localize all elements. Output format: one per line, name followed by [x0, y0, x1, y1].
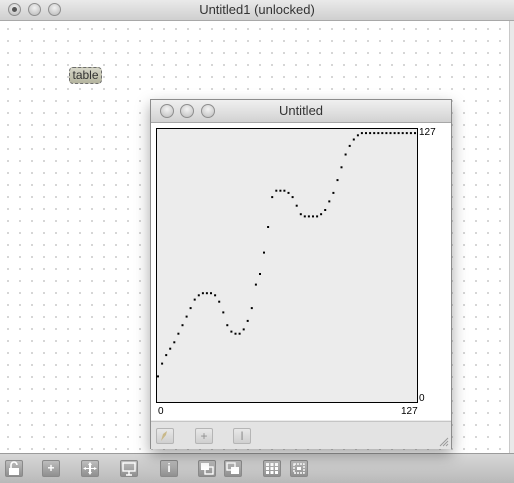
- table-point[interactable]: [193, 298, 196, 301]
- move-icon[interactable]: [81, 460, 99, 477]
- table-point[interactable]: [328, 200, 331, 203]
- patcher-toolbar: + i: [0, 453, 514, 483]
- table-point[interactable]: [299, 213, 302, 216]
- table-point[interactable]: [381, 132, 384, 135]
- table-point[interactable]: [161, 362, 164, 365]
- table-point[interactable]: [205, 292, 208, 295]
- table-point[interactable]: [177, 332, 180, 335]
- table-point[interactable]: [238, 332, 241, 335]
- y-min-label: 0: [419, 393, 425, 404]
- table-point[interactable]: [287, 191, 290, 194]
- table-point[interactable]: [344, 153, 347, 156]
- resize-grip-icon[interactable]: [439, 437, 449, 447]
- new-view-icon[interactable]: [198, 460, 216, 477]
- table-point[interactable]: [295, 204, 298, 207]
- layer-icon[interactable]: [224, 460, 242, 477]
- table-window-title: Untitled: [278, 103, 324, 118]
- table-point[interactable]: [246, 319, 249, 322]
- table-point[interactable]: [365, 132, 367, 135]
- table-point[interactable]: [393, 132, 396, 135]
- table-point[interactable]: [414, 132, 416, 135]
- table-point[interactable]: [157, 375, 159, 378]
- snap-icon[interactable]: [290, 460, 308, 477]
- table-point[interactable]: [201, 292, 204, 295]
- table-point[interactable]: [263, 251, 265, 254]
- table-point[interactable]: [324, 209, 327, 211]
- table-point[interactable]: [340, 166, 343, 169]
- table-point[interactable]: [169, 347, 172, 350]
- table-window: Untitled 127 0 0 127 + I: [150, 99, 452, 449]
- grid-icon[interactable]: [263, 460, 281, 477]
- table-point[interactable]: [385, 132, 388, 135]
- table-point[interactable]: [332, 191, 335, 194]
- patcher-title: Untitled1 (unlocked): [199, 2, 315, 17]
- table-point[interactable]: [373, 132, 376, 135]
- table-point[interactable]: [397, 132, 400, 135]
- table-point[interactable]: [197, 294, 200, 297]
- table-point[interactable]: [377, 132, 380, 135]
- lock-icon[interactable]: [5, 460, 23, 477]
- y-max-label: 127: [419, 127, 436, 138]
- table-point[interactable]: [234, 332, 237, 335]
- table-point[interactable]: [214, 294, 217, 297]
- table-point[interactable]: [320, 213, 323, 216]
- table-window-title-bar[interactable]: Untitled: [151, 100, 451, 123]
- table-point[interactable]: [230, 330, 233, 333]
- table-point[interactable]: [369, 132, 372, 135]
- table-point[interactable]: [401, 132, 404, 135]
- table-point[interactable]: [336, 179, 339, 182]
- table-point[interactable]: [185, 315, 188, 318]
- table-point[interactable]: [254, 283, 257, 286]
- table-point[interactable]: [312, 215, 314, 218]
- inspector-icon[interactable]: i: [160, 460, 178, 477]
- table-point[interactable]: [409, 132, 412, 135]
- table-point[interactable]: [356, 134, 359, 137]
- text-cursor-icon[interactable]: I: [233, 428, 251, 444]
- table-point[interactable]: [259, 273, 261, 275]
- table-point[interactable]: [189, 307, 192, 310]
- x-max-label: 127: [401, 406, 418, 417]
- table-point[interactable]: [226, 324, 229, 327]
- table-point[interactable]: [218, 300, 221, 303]
- table-point[interactable]: [405, 132, 408, 135]
- table-point[interactable]: [283, 189, 286, 192]
- add-object-icon[interactable]: +: [42, 460, 60, 477]
- table-object[interactable]: table: [69, 67, 102, 84]
- table-point[interactable]: [242, 328, 245, 331]
- table-point[interactable]: [389, 132, 392, 135]
- table-point[interactable]: [181, 324, 184, 327]
- presentation-icon[interactable]: [120, 460, 138, 477]
- patcher-title-bar[interactable]: Untitled1 (unlocked): [0, 0, 514, 21]
- table-window-footer: + I: [151, 421, 451, 449]
- table-point[interactable]: [348, 144, 351, 147]
- table-point[interactable]: [250, 307, 253, 310]
- table-plot[interactable]: [156, 128, 418, 403]
- x-min-label: 0: [158, 406, 164, 417]
- table-point[interactable]: [275, 189, 278, 192]
- table-point[interactable]: [360, 132, 363, 135]
- table-point[interactable]: [279, 189, 282, 192]
- table-point[interactable]: [291, 196, 294, 199]
- table-point[interactable]: [165, 354, 168, 357]
- table-point[interactable]: [303, 215, 306, 218]
- table-point[interactable]: [210, 292, 212, 295]
- table-point[interactable]: [222, 311, 225, 314]
- table-point[interactable]: [316, 215, 319, 218]
- table-editor: 127 0 0 127: [151, 123, 451, 420]
- plot-frame: [156, 128, 418, 403]
- table-point[interactable]: [307, 215, 310, 218]
- table-point[interactable]: [271, 196, 274, 199]
- table-point[interactable]: [267, 226, 270, 228]
- table-point[interactable]: [173, 341, 176, 344]
- plus-icon[interactable]: +: [195, 428, 213, 444]
- vertical-scrollbar[interactable]: [509, 21, 514, 453]
- table-point[interactable]: [352, 138, 355, 141]
- pencil-icon[interactable]: [156, 428, 174, 444]
